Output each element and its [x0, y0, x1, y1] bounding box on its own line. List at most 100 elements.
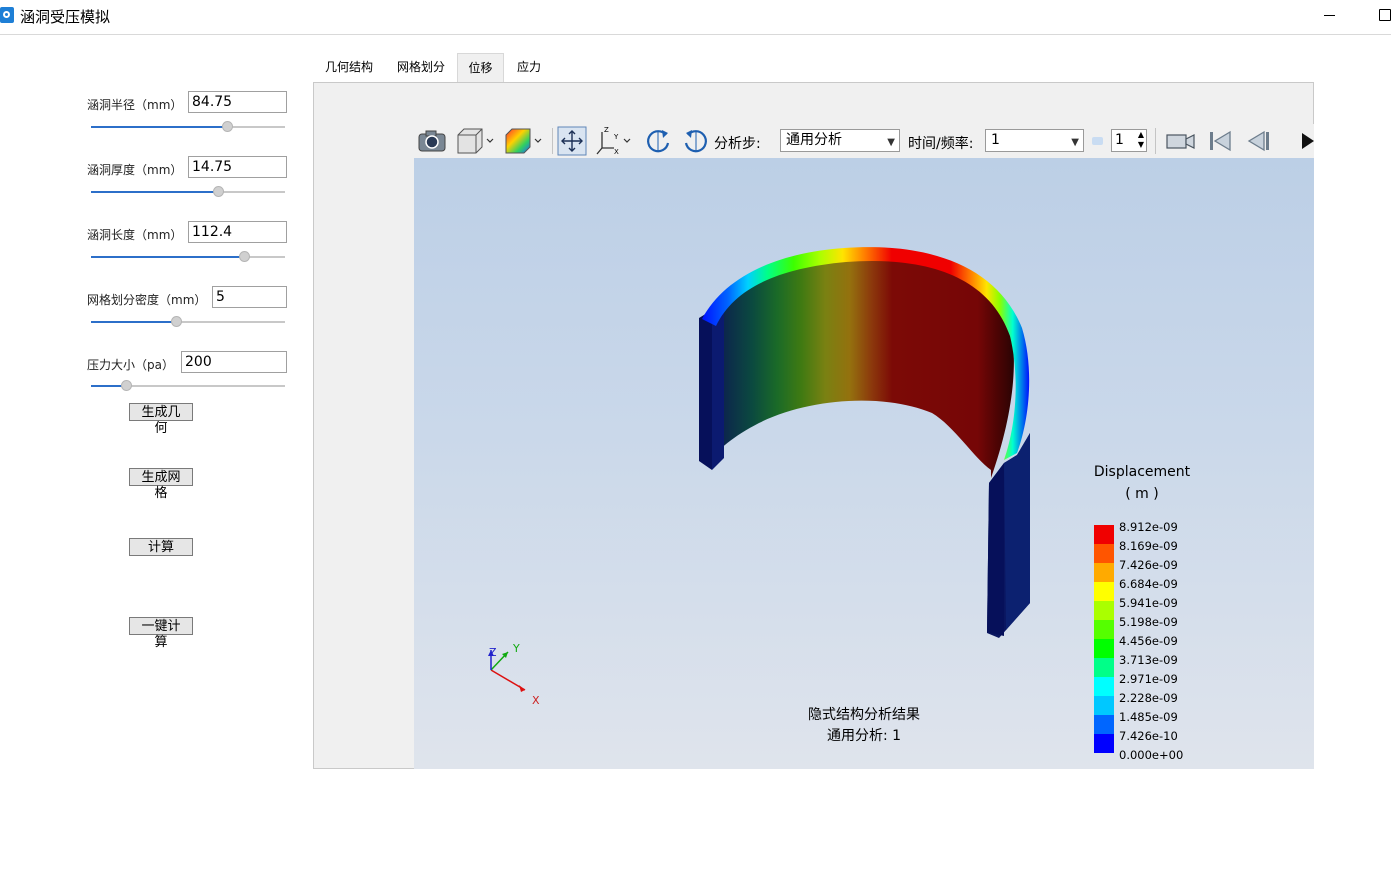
one-click-compute-button[interactable]: 一键计算 — [129, 617, 193, 650]
slider-thumb[interactable] — [121, 380, 132, 391]
rotate-cw-icon[interactable] — [680, 124, 712, 158]
mesh-density-slider[interactable] — [91, 316, 285, 328]
analysis-step-label: 分析步: — [714, 136, 761, 152]
length-input[interactable] — [188, 221, 287, 243]
legend-swatch — [1094, 544, 1114, 563]
svg-text:X: X — [614, 148, 619, 156]
legend-value-label: 7.426e-09 — [1119, 558, 1178, 572]
time-frequency-combo[interactable]: 1 ▼ — [985, 129, 1084, 152]
window-title: 涵洞受压模拟 — [20, 8, 111, 26]
axis-triad-icon: X Y Z — [488, 642, 540, 707]
pressure-label: 压力大小（pa） — [87, 358, 174, 372]
legend-value-label: 3.713e-09 — [1119, 653, 1178, 667]
frame-value: 1 — [1115, 132, 1124, 148]
legend-value-label: 4.456e-09 — [1119, 634, 1178, 648]
toolbar-separator — [1155, 128, 1156, 154]
legend-swatch — [1094, 620, 1114, 639]
mesh-density-label: 网格划分密度（mm） — [87, 293, 207, 307]
spin-arrows-icon[interactable]: ▲ ▼ — [1138, 130, 1144, 150]
camera-icon[interactable] — [416, 124, 448, 158]
render-mode-icon[interactable] — [502, 124, 548, 158]
viewer-toolbar: Z Y X 分析步: 通用分析 ▼ 时间/频率: 1 ▼ 1 ▲ ▼ — [414, 124, 1314, 159]
record-video-icon[interactable] — [1164, 124, 1198, 158]
legend-value-label: 2.971e-09 — [1119, 672, 1178, 686]
rotate-ccw-icon[interactable] — [642, 124, 674, 158]
thickness-slider[interactable] — [91, 186, 285, 198]
axis-z-label: Z — [489, 646, 497, 659]
slider-thumb[interactable] — [171, 316, 182, 327]
length-slider[interactable] — [91, 251, 285, 263]
legend-swatch — [1094, 563, 1114, 582]
slider-thumb[interactable] — [213, 186, 224, 197]
analysis-step-combo[interactable]: 通用分析 ▼ — [780, 129, 900, 152]
generate-geometry-button[interactable]: 生成几何 — [129, 403, 193, 436]
legend-swatch — [1094, 525, 1114, 544]
legend-unit: ( m ) — [1125, 486, 1159, 502]
result-title: 隐式结构分析结果 — [808, 707, 920, 723]
result-subtitle: 通用分析: 1 — [826, 728, 902, 744]
legend-swatch — [1094, 658, 1114, 677]
legend-swatch — [1094, 601, 1114, 620]
legend-title: Displacement — [1093, 464, 1191, 480]
radius-slider[interactable] — [91, 121, 285, 133]
radius-label: 涵洞半径（mm） — [87, 98, 183, 112]
pressure-slider[interactable] — [91, 380, 285, 392]
slider-fill — [91, 126, 227, 128]
time-frequency-label: 时间/频率: — [908, 136, 974, 152]
time-frequency-value: 1 — [991, 132, 1000, 148]
slider-fill — [91, 321, 176, 323]
legend-value-label: 5.198e-09 — [1119, 615, 1178, 629]
tab-mesh[interactable]: 网格划分 — [389, 53, 453, 82]
length-label: 涵洞长度（mm） — [87, 228, 183, 242]
tab-stress[interactable]: 应力 — [508, 53, 550, 82]
legend-value-label: 1.485e-09 — [1119, 710, 1178, 724]
legend-value-label: 5.941e-09 — [1119, 596, 1178, 610]
pan-icon[interactable] — [556, 124, 588, 158]
legend-value-label: 7.426e-10 — [1119, 729, 1178, 743]
legend-swatch — [1094, 734, 1114, 753]
legend-value-label: 0.000e+00 — [1119, 748, 1184, 762]
minimize-icon[interactable] — [1322, 5, 1338, 25]
thickness-input[interactable] — [188, 156, 287, 178]
legend-swatch — [1094, 582, 1114, 601]
legend-swatch — [1094, 696, 1114, 715]
legend-swatch — [1094, 715, 1114, 734]
toolbar-separator — [552, 128, 553, 154]
axis-orient-icon[interactable]: Z Y X — [594, 124, 636, 158]
previous-frame-icon[interactable] — [1244, 124, 1272, 158]
maximize-icon[interactable] — [1379, 9, 1391, 21]
compute-button[interactable]: 计算 — [129, 538, 193, 556]
slider-fill — [91, 256, 244, 258]
title-bar: 涵洞受压模拟 — [0, 0, 1391, 35]
next-frame-icon[interactable] — [1298, 124, 1314, 158]
tab-displacement[interactable]: 位移 — [457, 53, 504, 82]
frame-slider-handle[interactable] — [1092, 137, 1103, 145]
analysis-step-value: 通用分析 — [786, 132, 842, 148]
pressure-input[interactable] — [181, 351, 287, 373]
legend-value-label: 8.912e-09 — [1119, 520, 1178, 534]
slider-thumb[interactable] — [239, 251, 250, 262]
tab-geometry[interactable]: 几何结构 — [317, 53, 381, 82]
legend-value-label: 2.228e-09 — [1119, 691, 1178, 705]
legend-value-label: 6.684e-09 — [1119, 577, 1178, 591]
svg-text:Z: Z — [604, 126, 609, 134]
legend-swatch — [1094, 677, 1114, 696]
svg-text:Y: Y — [613, 133, 619, 141]
slider-thumb[interactable] — [222, 121, 233, 132]
mesh-density-input[interactable] — [212, 286, 287, 308]
radius-input[interactable] — [188, 91, 287, 113]
slider-fill — [91, 191, 218, 193]
generate-mesh-button[interactable]: 生成网格 — [129, 468, 193, 501]
chevron-down-icon: ▼ — [1071, 137, 1079, 148]
axis-x-label: X — [532, 694, 540, 707]
legend-swatch — [1094, 639, 1114, 658]
app-logo-icon — [0, 7, 14, 23]
3d-viewport[interactable]: X Y Z 隐式结构分析结果 通用分析: 1 Displacement ( m … — [414, 158, 1314, 769]
view-cube-icon[interactable] — [454, 124, 498, 158]
chevron-down-icon: ▼ — [887, 137, 895, 148]
axis-y-label: Y — [512, 642, 520, 655]
legend-value-label: 8.169e-09 — [1119, 539, 1178, 553]
first-frame-icon[interactable] — [1206, 124, 1234, 158]
frame-spinbox[interactable]: 1 ▲ ▼ — [1111, 129, 1147, 152]
thickness-label: 涵洞厚度（mm） — [87, 163, 183, 177]
